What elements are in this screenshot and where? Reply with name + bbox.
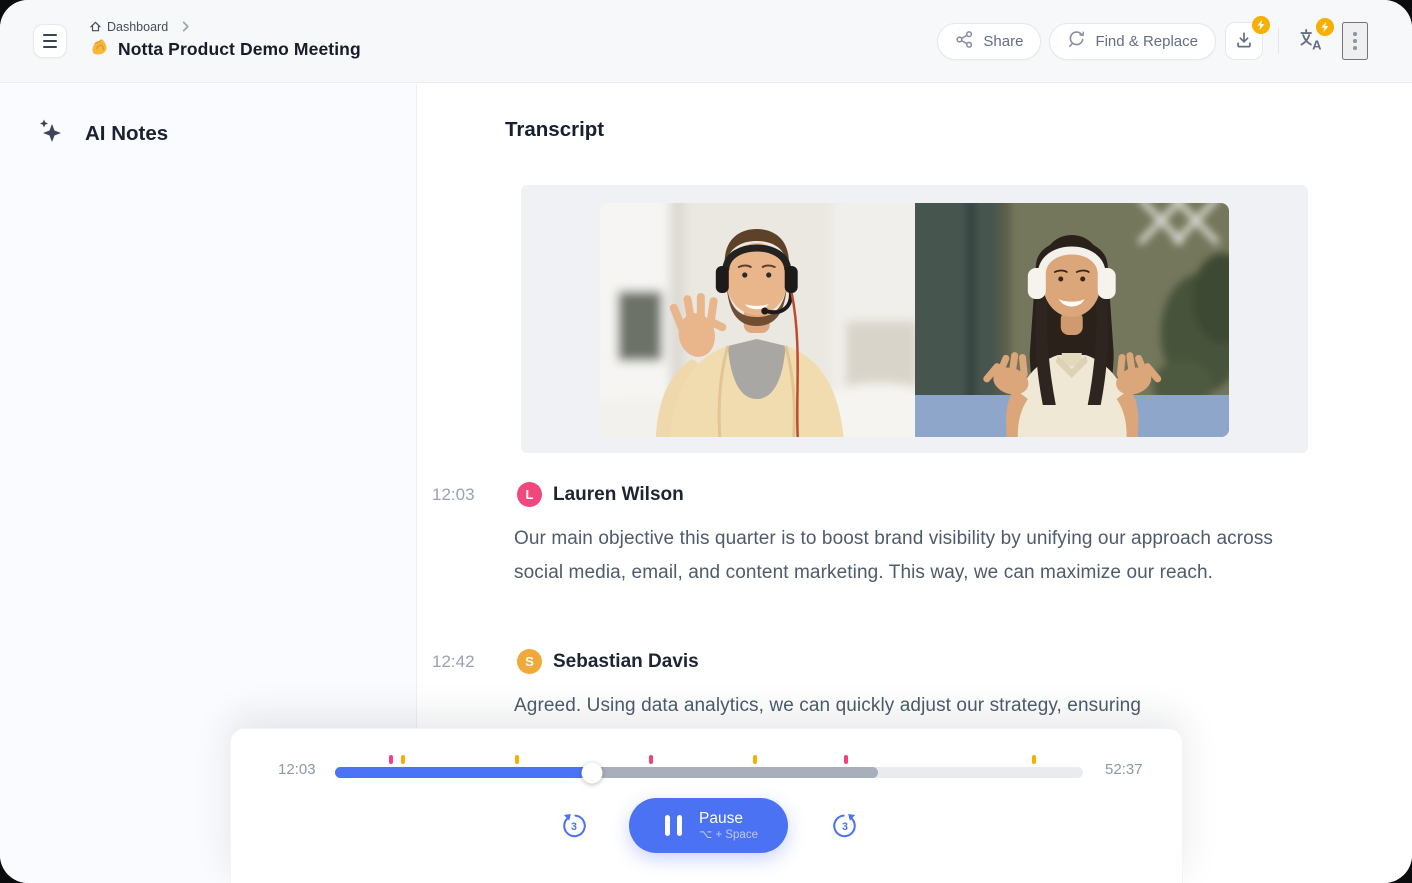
sparkles-icon	[36, 117, 64, 150]
find-replace-button-label: Find & Replace	[1095, 33, 1198, 50]
pause-button[interactable]: Pause ⌥ + Space	[629, 798, 788, 853]
pause-icon	[665, 815, 682, 836]
svg-text:3: 3	[842, 821, 848, 833]
transcript-heading: Transcript	[505, 118, 604, 142]
more-options-button[interactable]	[1342, 22, 1368, 60]
skip-back-icon: 3	[560, 812, 588, 840]
export-download-button[interactable]	[1225, 22, 1263, 60]
video-call-still	[600, 203, 1229, 437]
skip-back-3s-button[interactable]: 3	[560, 812, 588, 840]
transcript-text[interactable]: Agreed. Using data analytics, we can qui…	[514, 689, 1306, 723]
share-button-label: Share	[983, 33, 1023, 50]
audio-player-card: 12:03 52:37 3 Pause ⌥ + Space	[230, 728, 1183, 883]
pause-shortcut-hint: ⌥ + Space	[699, 828, 758, 843]
sidebar-toggle-button[interactable]	[33, 24, 67, 58]
avatar: L	[517, 482, 542, 507]
tab-ai-notes[interactable]: AI Notes	[36, 117, 168, 150]
entry-timestamp: 12:03	[432, 485, 517, 505]
download-icon	[1234, 30, 1254, 53]
breadcrumb: Dashboard	[89, 20, 361, 34]
svg-text:A: A	[1312, 38, 1322, 53]
find-replace-button[interactable]: Find & Replace	[1049, 23, 1216, 60]
page-title: Notta Product Demo Meeting	[118, 39, 361, 60]
pause-button-label: Pause	[699, 809, 743, 828]
premium-lightning-badge	[1252, 16, 1270, 34]
home-icon	[89, 20, 102, 33]
speaker-name: Sebastian Davis	[553, 651, 699, 673]
chevron-right-icon	[181, 21, 190, 32]
premium-lightning-badge	[1316, 18, 1334, 36]
header-divider	[1278, 28, 1279, 54]
skip-forward-icon: 3	[831, 812, 859, 840]
breadcrumb-dashboard-link[interactable]: Dashboard	[107, 20, 168, 34]
header: Dashboard Notta Product Demo Meeting Sha…	[0, 0, 1412, 83]
find-replace-icon	[1067, 30, 1086, 53]
share-icon	[955, 30, 974, 53]
transcript-entry: 12:03 L Lauren Wilson Our main objective…	[432, 482, 1322, 590]
player-controls: 3 Pause ⌥ + Space 3	[231, 729, 1182, 883]
avatar: S	[517, 649, 542, 674]
participant-man-illustration	[600, 203, 915, 437]
ai-notes-label: AI Notes	[85, 122, 168, 146]
transcript-entry-header: 12:03 L Lauren Wilson	[432, 482, 1322, 507]
entry-timestamp: 12:42	[432, 652, 517, 672]
transcript-entry-header: 12:42 S Sebastian Davis	[432, 649, 1322, 674]
participant-woman-illustration	[915, 203, 1230, 437]
share-button[interactable]: Share	[937, 23, 1041, 60]
speaker-name: Lauren Wilson	[553, 484, 684, 506]
translate-button[interactable]: A	[1294, 22, 1328, 60]
header-title-block: Dashboard Notta Product Demo Meeting	[89, 20, 361, 63]
skip-forward-3s-button[interactable]: 3	[831, 812, 859, 840]
transcript-entry: 12:42 S Sebastian Davis Agreed. Using da…	[432, 649, 1322, 723]
bicep-emoji-icon	[89, 37, 110, 63]
transcript-text[interactable]: Our main objective this quarter is to bo…	[514, 522, 1306, 590]
pause-button-text: Pause ⌥ + Space	[699, 809, 758, 843]
meeting-title-row: Notta Product Demo Meeting	[89, 37, 361, 63]
header-actions: Share Find & Replace A	[937, 22, 1368, 60]
app-window: Dashboard Notta Product Demo Meeting Sha…	[0, 0, 1412, 883]
svg-text:3: 3	[571, 821, 577, 833]
video-thumbnail[interactable]	[521, 185, 1308, 453]
